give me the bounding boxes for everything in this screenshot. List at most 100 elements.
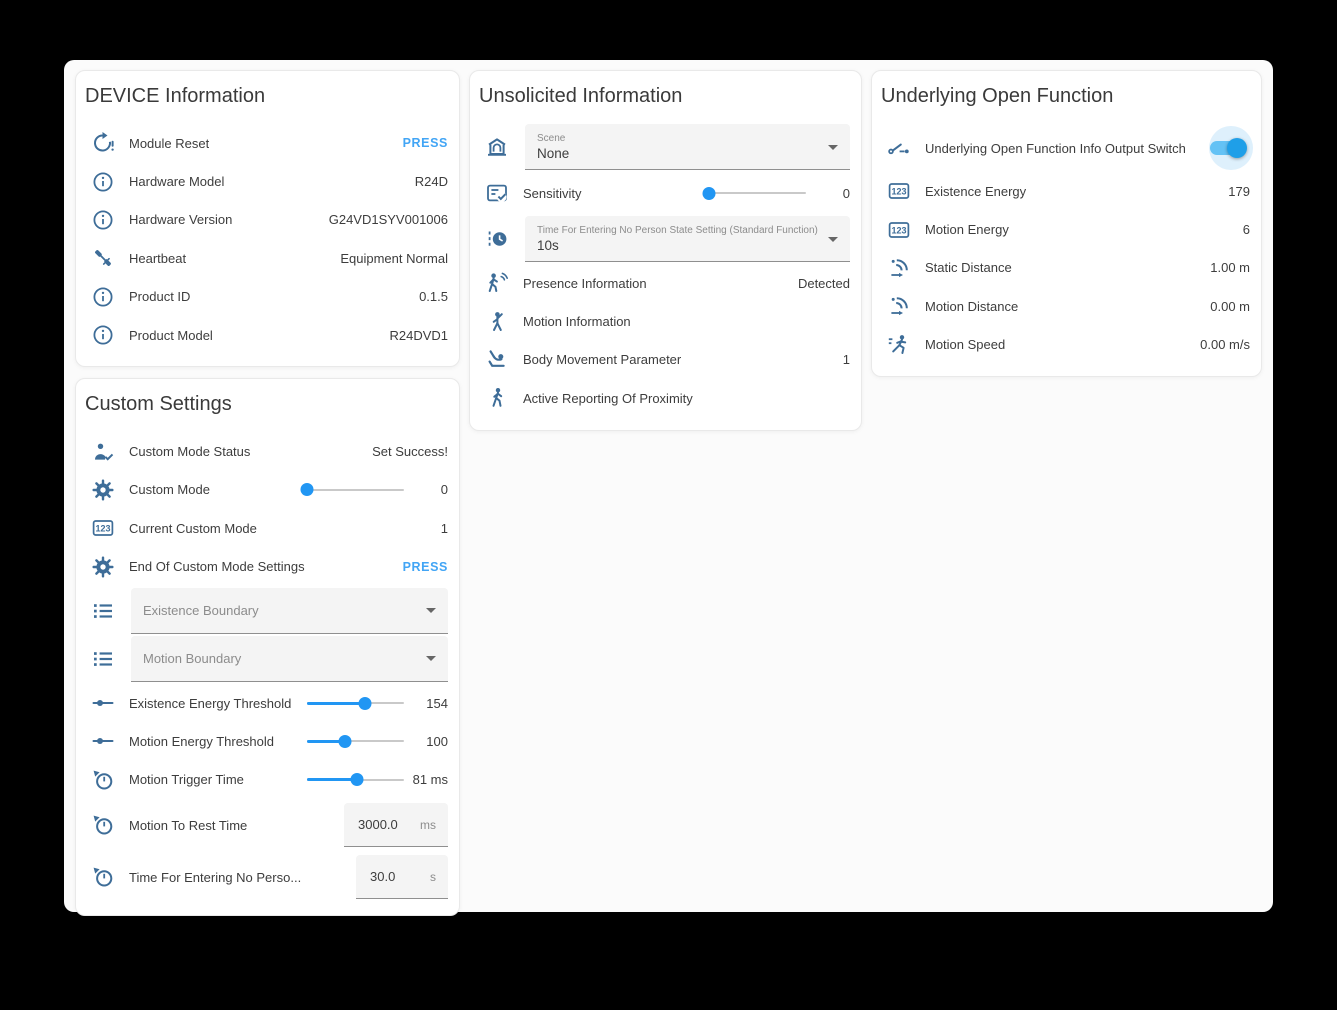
- row-custom-mode: Custom Mode 0: [91, 471, 448, 509]
- row-value: 1: [835, 352, 850, 367]
- card-title: DEVICE Information: [85, 85, 448, 108]
- row-label: Heartbeat: [129, 251, 186, 266]
- row-body-movement-parameter: Body Movement Parameter 1: [485, 341, 850, 379]
- row-no-person-state-setting: Time For Entering No Person State Settin…: [485, 216, 850, 262]
- row-label: Motion Trigger Time: [129, 772, 244, 787]
- row-motion-boundary: Motion Boundary: [91, 636, 448, 682]
- slider-value: 154: [404, 696, 448, 711]
- timer-icon: [91, 768, 115, 792]
- info-icon: [91, 170, 115, 194]
- sensitivity-slider[interactable]: [709, 186, 806, 201]
- row-active-reporting-proximity: Active Reporting Of Proximity: [485, 379, 850, 417]
- motion-energy-threshold-slider[interactable]: [307, 734, 404, 749]
- row-label: Custom Mode: [129, 482, 210, 497]
- row-label: Custom Mode Status: [129, 444, 250, 459]
- row-label: Sensitivity: [523, 186, 582, 201]
- row-motion-information: Motion Information: [485, 302, 850, 340]
- row-label: Presence Information: [523, 276, 647, 291]
- card-device-information: DEVICE Information Module Reset PRESS Ha…: [75, 70, 460, 367]
- no-person-state-setting-select[interactable]: Time For Entering No Person State Settin…: [525, 216, 850, 262]
- switch-lever-icon: [887, 136, 911, 160]
- row-label: Product Model: [129, 328, 213, 343]
- row-value: 6: [1235, 222, 1250, 237]
- slider-thumb[interactable]: [351, 773, 364, 786]
- body-movement-icon: [485, 348, 509, 372]
- signal-distance-icon: [887, 256, 911, 280]
- time-entering-no-person-input[interactable]: 30.0 s: [356, 855, 448, 899]
- row-label: Body Movement Parameter: [523, 352, 681, 367]
- row-presence-information: Presence Information Detected: [485, 264, 850, 302]
- underlying-open-function-toggle[interactable]: [1202, 124, 1250, 172]
- select-value: None: [537, 146, 818, 161]
- row-custom-mode-status: Custom Mode Status Set Success!: [91, 432, 448, 470]
- row-value: Set Success!: [364, 444, 448, 459]
- row-value: Detected: [790, 276, 850, 291]
- scene-select[interactable]: Scene None: [525, 124, 850, 170]
- row-label: Module Reset: [129, 136, 209, 151]
- select-label: Time For Entering No Person State Settin…: [537, 225, 818, 236]
- slider-thumb[interactable]: [703, 187, 716, 200]
- input-value: 3000.0: [358, 817, 398, 832]
- end-custom-mode-press-button[interactable]: PRESS: [403, 560, 448, 574]
- person-check-icon: [91, 440, 115, 464]
- row-hardware-model: Hardware Model R24D: [91, 162, 448, 200]
- row-value: 0.00 m: [1202, 299, 1250, 314]
- chevron-down-icon: [426, 656, 436, 661]
- row-label: Motion Energy: [925, 222, 1009, 237]
- walking-person-icon: [485, 386, 509, 410]
- info-icon: [91, 208, 115, 232]
- row-motion-trigger-time: Motion Trigger Time 81 ms: [91, 761, 448, 799]
- toggle-thumb[interactable]: [1227, 138, 1247, 158]
- row-product-model: Product Model R24DVD1: [91, 316, 448, 354]
- motion-person-icon: [485, 310, 509, 334]
- row-existence-boundary: Existence Boundary: [91, 588, 448, 634]
- slider-icon: [91, 691, 115, 715]
- row-label: Existence Energy Threshold: [129, 696, 291, 711]
- row-value: G24VD1SYV001006: [321, 212, 448, 227]
- slider-value: 0: [806, 186, 850, 201]
- motion-boundary-select[interactable]: Motion Boundary: [131, 636, 448, 682]
- slider-thumb[interactable]: [301, 483, 314, 496]
- existence-boundary-select[interactable]: Existence Boundary: [131, 588, 448, 634]
- motion-trigger-time-slider[interactable]: [307, 772, 404, 787]
- running-person-icon: [887, 333, 911, 357]
- input-value: 30.0: [370, 869, 395, 884]
- slider-value: 0: [404, 482, 448, 497]
- row-module-reset: Module Reset PRESS: [91, 124, 448, 162]
- chevron-down-icon: [828, 237, 838, 242]
- row-label: Motion Distance: [925, 299, 1018, 314]
- signal-distance-icon: [887, 294, 911, 318]
- row-hardware-version: Hardware Version G24VD1SYV001006: [91, 201, 448, 239]
- row-label: Active Reporting Of Proximity: [523, 391, 693, 406]
- clock-pending-icon: [485, 227, 509, 251]
- card-custom-settings: Custom Settings Custom Mode Status Set S…: [75, 378, 460, 916]
- row-label: Product ID: [129, 289, 190, 304]
- card-title: Underlying Open Function: [881, 85, 1250, 108]
- card-unsolicited-information: Unsolicited Information Scene None Sensi…: [469, 70, 862, 431]
- row-value: 0.00 m/s: [1192, 337, 1250, 352]
- select-label: Scene: [537, 133, 818, 144]
- slider-thumb[interactable]: [359, 697, 372, 710]
- slider-value: 81 ms: [404, 772, 448, 787]
- slider-thumb[interactable]: [338, 735, 351, 748]
- list-icon: [91, 647, 115, 671]
- existence-energy-threshold-slider[interactable]: [307, 696, 404, 711]
- select-label: Existence Boundary: [143, 603, 416, 618]
- row-product-id: Product ID 0.1.5: [91, 278, 448, 316]
- app-surface: DEVICE Information Module Reset PRESS Ha…: [64, 60, 1273, 912]
- select-label: Motion Boundary: [143, 651, 416, 666]
- row-static-distance: Static Distance 1.00 m: [887, 249, 1250, 287]
- row-label: Time For Entering No Perso...: [129, 870, 301, 885]
- row-label: Motion Information: [523, 314, 631, 329]
- presence-person-icon: [485, 271, 509, 295]
- row-end-custom-mode: End Of Custom Mode Settings PRESS: [91, 548, 448, 586]
- row-value: R24D: [407, 174, 448, 189]
- row-value: R24DVD1: [381, 328, 448, 343]
- custom-mode-slider[interactable]: [307, 482, 404, 497]
- checklist-icon: [485, 181, 509, 205]
- module-reset-press-button[interactable]: PRESS: [403, 136, 448, 150]
- slider-icon: [91, 729, 115, 753]
- row-motion-speed: Motion Speed 0.00 m/s: [887, 326, 1250, 364]
- row-label: Underlying Open Function Info Output Swi…: [925, 141, 1186, 156]
- motion-to-rest-time-input[interactable]: 3000.0 ms: [344, 803, 448, 847]
